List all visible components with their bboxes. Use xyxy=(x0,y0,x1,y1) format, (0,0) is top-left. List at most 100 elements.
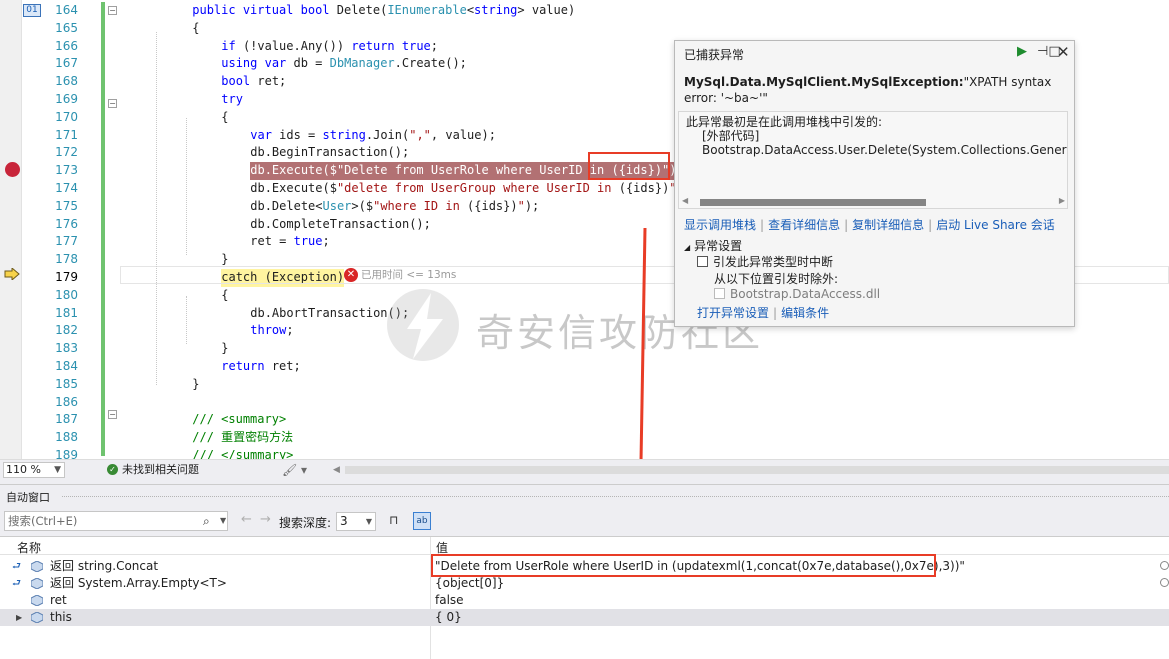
separator: | xyxy=(760,218,765,232)
line-number: 180 xyxy=(55,287,78,302)
code-token: /// 重置密码方法 xyxy=(192,430,294,445)
line-number: 182 xyxy=(55,323,78,338)
code-token: ids = xyxy=(279,127,323,142)
line-number: 167 xyxy=(55,56,78,71)
chevron-down-icon[interactable]: ▼ xyxy=(366,513,372,530)
code-token: ; xyxy=(322,234,330,249)
zoom-select[interactable]: 110 % ▼ xyxy=(3,462,65,478)
exception-settings-header[interactable]: ◢ 异常设置 xyxy=(684,237,742,254)
exception-popup[interactable]: 已捕获异常 ▶ ⊣□ ✕ MySql.Data.MySqlClient.MySq… xyxy=(674,40,1075,327)
variable-icon xyxy=(31,612,43,623)
module-exception-setting[interactable]: Bootstrap.DataAccess.dll xyxy=(714,287,880,301)
call-stack-box[interactable]: 此异常最初是在此调用堆栈中引发的: [外部代码] Bootstrap.DataA… xyxy=(678,111,1068,209)
code-text: /// 重置密码方法 xyxy=(192,429,293,447)
search-depth-select[interactable]: 3 ▼ xyxy=(336,512,376,531)
show-call-stack-link[interactable]: 显示调用堆栈 xyxy=(684,218,756,232)
row-value[interactable]: false xyxy=(435,592,464,609)
line-number: 188 xyxy=(55,430,78,445)
horizontal-scrollbar[interactable] xyxy=(345,466,1169,474)
expand-triangle-icon[interactable]: ▶ xyxy=(16,609,22,626)
code-token: ret = xyxy=(250,234,294,249)
collapse-triangle-icon[interactable]: ◢ xyxy=(684,243,690,252)
horizontal-scrollbar[interactable]: ◀ ▶ xyxy=(682,196,1065,208)
code-token: IEnumerable xyxy=(387,3,467,17)
zoom-value: 110 % xyxy=(6,463,41,476)
code-line[interactable]: 188 /// 重置密码方法 xyxy=(0,429,1169,447)
line-number: 172 xyxy=(55,145,78,160)
view-icon[interactable] xyxy=(1160,578,1169,587)
scrollbar-thumb[interactable] xyxy=(700,199,926,206)
code-text: } xyxy=(192,376,199,394)
code-line[interactable]: 187 /// <summary> xyxy=(0,411,1169,429)
code-token: .Join( xyxy=(365,127,410,142)
collapse-icon[interactable]: − xyxy=(108,6,117,15)
row-name: 返回 System.Array.Empty<T> xyxy=(50,576,227,590)
autos-window[interactable]: 自动窗口 搜索(Ctrl+E) ⌕ ▼ ← → 搜索深度: 3 ▼ ⊓ ab 名称… xyxy=(0,479,1169,659)
code-line[interactable]: 184 return ret; xyxy=(0,358,1169,376)
search-depth-value: 3 xyxy=(340,514,348,528)
code-token: User xyxy=(322,198,352,213)
code-line[interactable]: 185} xyxy=(0,376,1169,394)
code-token: .Create(); xyxy=(394,56,467,71)
row-value[interactable]: { 0} xyxy=(435,609,462,626)
column-header-name[interactable]: 名称 xyxy=(17,539,41,556)
line-number: 178 xyxy=(55,252,78,267)
pin-column-icon[interactable]: ⊓ xyxy=(389,513,398,527)
edit-conditions-link[interactable]: 编辑条件 xyxy=(781,306,829,320)
code-token: } xyxy=(221,341,229,356)
break-on-exception-setting[interactable]: 引发此异常类型时中断 xyxy=(697,253,833,270)
search-icon[interactable]: ⌕ xyxy=(203,512,210,530)
code-line[interactable]: 186 xyxy=(0,394,1169,412)
back-arrow-icon[interactable]: ← xyxy=(241,512,252,527)
line-number: 183 xyxy=(55,341,78,356)
issues-status[interactable]: 未找到相关问题 xyxy=(122,462,199,478)
collapse-icon[interactable]: − xyxy=(108,410,117,419)
forward-arrow-icon[interactable]: → xyxy=(260,512,271,527)
table-row[interactable]: ret false xyxy=(0,592,1169,609)
scroll-right-icon[interactable]: ▶ xyxy=(1059,196,1065,205)
line-number: 176 xyxy=(55,216,78,231)
search-placeholder: 搜索(Ctrl+E) xyxy=(8,514,78,528)
row-value[interactable]: {object[0]} xyxy=(435,575,504,592)
code-line[interactable]: 165 { xyxy=(0,20,1169,38)
search-input[interactable]: 搜索(Ctrl+E) ⌕ ▼ xyxy=(4,511,228,531)
code-line[interactable]: 189 /// </summary> xyxy=(0,447,1169,459)
line-number: 170 xyxy=(55,109,78,124)
code-token: } xyxy=(221,252,229,267)
code-token: < xyxy=(466,3,475,17)
except-from-label: 从以下位置引发时除外: xyxy=(714,272,839,286)
view-icon[interactable] xyxy=(1160,561,1169,570)
code-token: using var xyxy=(221,56,294,71)
code-token: public virtual bool xyxy=(192,3,337,17)
code-text: /// <summary> xyxy=(192,411,286,429)
code-line[interactable]: 164 public virtual bool Delete(IEnumerabl… xyxy=(0,2,1169,20)
collapse-icon[interactable]: − xyxy=(108,99,117,108)
chevron-down-icon[interactable]: ▼ xyxy=(54,463,61,477)
scroll-left-icon[interactable]: ◀ xyxy=(682,196,688,205)
code-text: ret = true; xyxy=(250,233,330,251)
view-details-link[interactable]: 查看详细信息 xyxy=(768,218,840,232)
row-name: 返回 string.Concat xyxy=(50,559,159,573)
code-text: db.Delete<User>($"where ID in ({ids})"); xyxy=(250,198,539,216)
copy-details-link[interactable]: 复制详细信息 xyxy=(852,218,924,232)
code-token: throw xyxy=(250,323,287,338)
code-cleanup-icon[interactable]: 🖌 ▾ xyxy=(282,462,307,478)
close-icon[interactable]: ✕ xyxy=(1057,44,1070,60)
continue-icon[interactable]: ▶ xyxy=(1017,44,1027,60)
code-token: var xyxy=(250,127,280,142)
table-row[interactable]: ⮐ 返回 System.Array.Empty<T> {object[0]} xyxy=(0,575,1169,592)
code-token: ret; xyxy=(271,359,301,373)
view-toggle-icon[interactable]: ab xyxy=(413,512,431,530)
live-share-link[interactable]: 启动 Live Share 会话 xyxy=(936,218,1055,232)
code-text: /// </summary> xyxy=(192,447,293,459)
line-number: 186 xyxy=(55,394,78,409)
code-token: "," xyxy=(409,127,431,142)
break-checkbox[interactable] xyxy=(697,256,708,267)
open-exception-settings-link[interactable]: 打开异常设置 xyxy=(697,306,769,320)
table-row[interactable]: ▶ this { 0} xyxy=(0,609,1169,626)
settings-links: 打开异常设置 | 编辑条件 xyxy=(697,304,829,321)
code-token: } xyxy=(192,376,200,391)
module-checkbox[interactable] xyxy=(714,288,725,299)
chevron-down-icon[interactable]: ▼ xyxy=(220,512,226,530)
scroll-left-icon[interactable]: ◀ xyxy=(333,462,340,478)
